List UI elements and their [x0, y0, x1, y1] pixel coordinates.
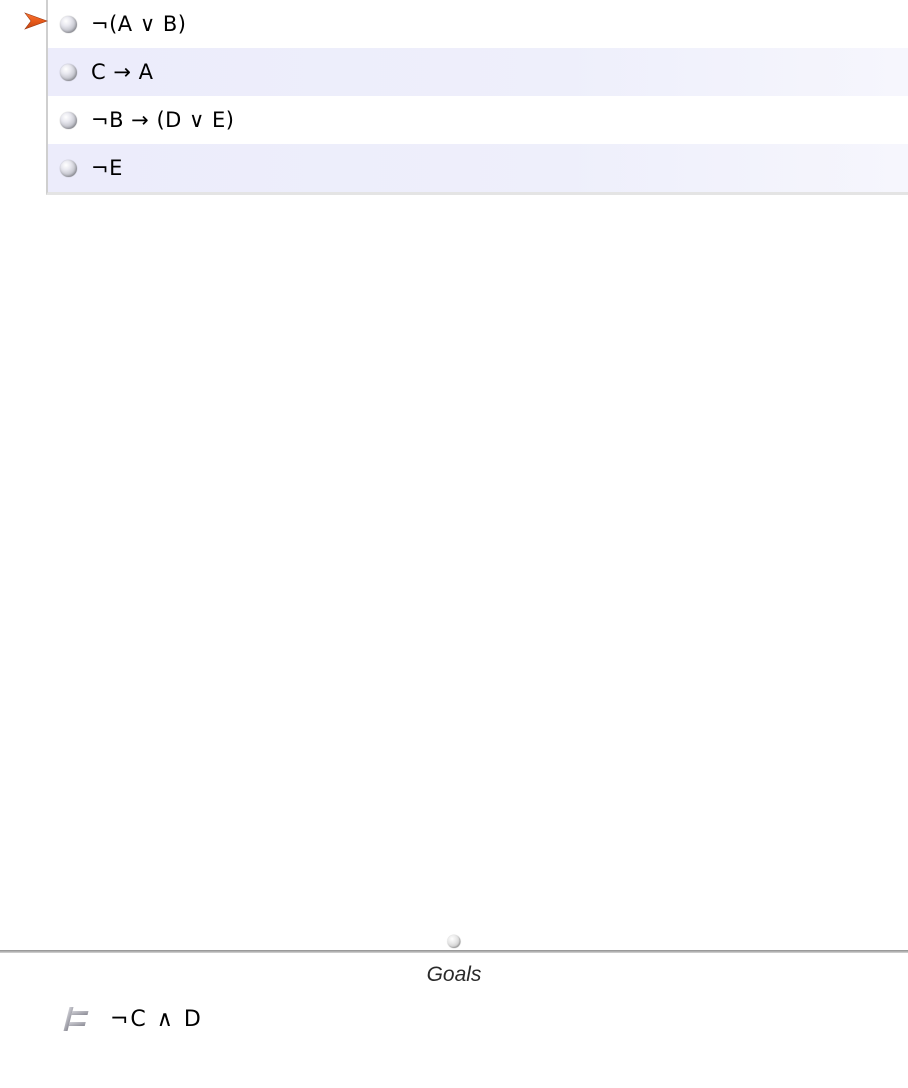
premise-formula: C → A — [91, 60, 153, 84]
premise-formula: ¬B → (D ∨ E) — [91, 108, 235, 132]
goal-row[interactable]: ¬C ∧ D — [0, 1005, 908, 1033]
premise-row[interactable]: C → A — [48, 48, 908, 96]
splitter-handle-icon[interactable] — [448, 935, 461, 948]
goals-panel: Goals ¬C ∧ D — [0, 953, 908, 1088]
gutter — [0, 0, 46, 10]
premise-row[interactable]: ¬B → (D ∨ E) — [48, 96, 908, 144]
goals-title: Goals — [0, 953, 908, 1005]
bullet-orb-icon — [60, 112, 77, 129]
bullet-orb-icon — [60, 160, 77, 177]
premises-panel: ¬(A ∨ B) C → A ¬B → (D ∨ E) ¬E — [0, 0, 908, 195]
premise-formula: ¬E — [91, 156, 123, 180]
semantic-turnstile-icon — [62, 1005, 92, 1033]
bullet-orb-icon — [60, 16, 77, 33]
pane-splitter[interactable] — [0, 935, 908, 953]
premise-formula: ¬(A ∨ B) — [91, 12, 186, 36]
premise-list: ¬(A ∨ B) C → A ¬B → (D ∨ E) ¬E — [46, 0, 908, 195]
bullet-orb-icon — [60, 64, 77, 81]
premise-row[interactable]: ¬(A ∨ B) — [48, 0, 908, 48]
goal-formula: ¬C ∧ D — [110, 1007, 203, 1032]
premise-row[interactable]: ¬E — [48, 144, 908, 192]
